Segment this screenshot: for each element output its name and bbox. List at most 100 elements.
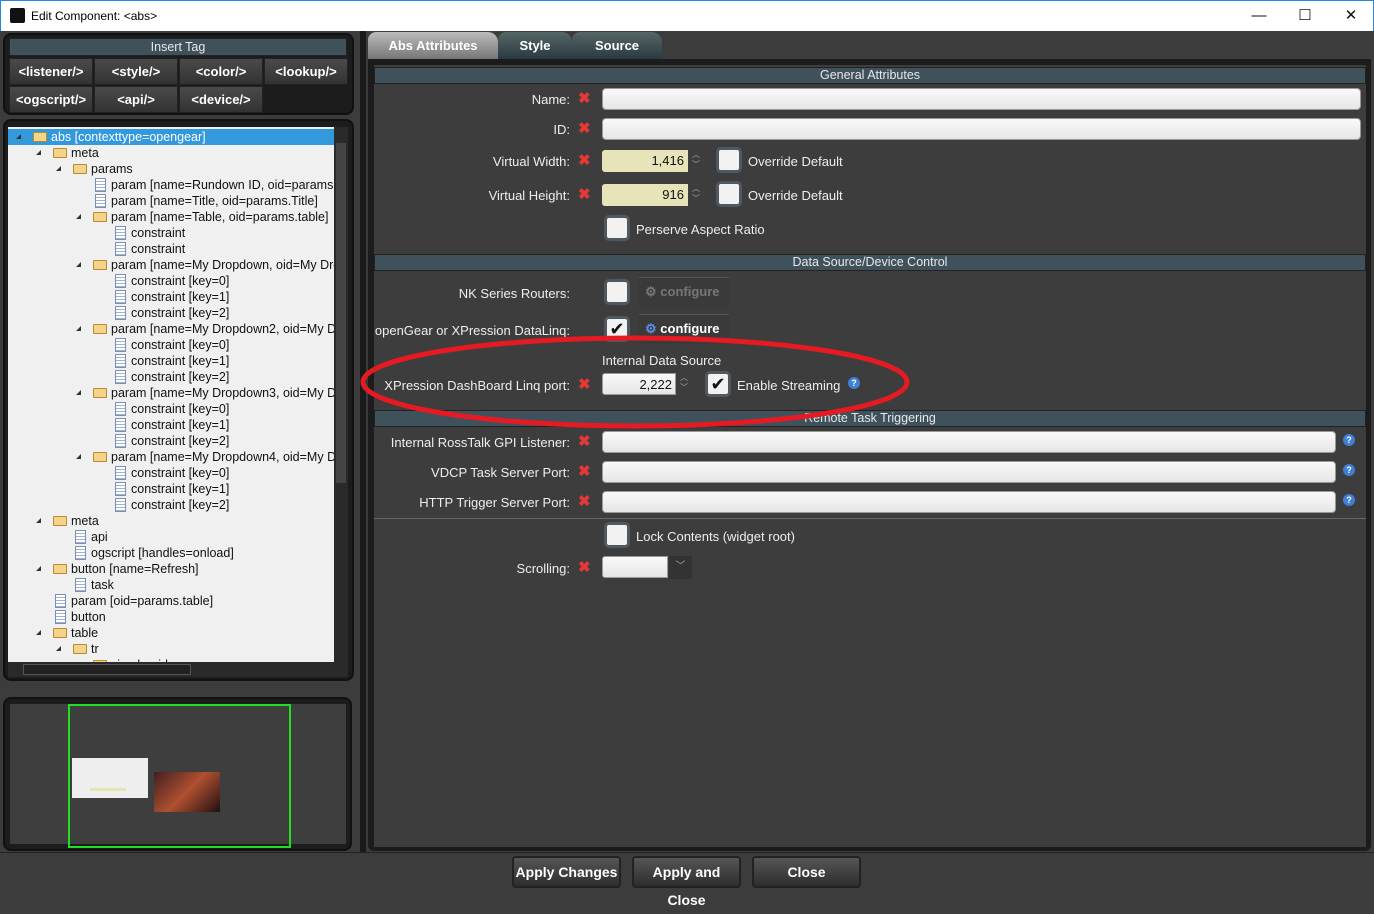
apply-changes-button[interactable]: Apply Changes — [512, 856, 621, 888]
expand-toggle-icon[interactable] — [76, 326, 81, 331]
expand-toggle-icon[interactable] — [76, 390, 81, 395]
expand-toggle-icon[interactable] — [76, 262, 81, 267]
tree-item[interactable]: param [name=Table, oid=params.table] — [8, 209, 334, 225]
folder-icon — [93, 324, 107, 334]
tree-item[interactable]: constraint [key=0] — [8, 337, 334, 353]
insert-ogscript-button[interactable]: <ogscript/> — [9, 86, 93, 113]
nk-routers-label: NK Series Routers: — [458, 286, 570, 301]
document-icon — [115, 354, 126, 368]
expand-toggle-icon[interactable] — [36, 518, 41, 523]
expand-toggle-icon[interactable] — [36, 630, 41, 635]
insert-style-button[interactable]: <style/> — [94, 58, 178, 85]
virtual-width-spinner[interactable]: ︿ ﹀ — [689, 150, 703, 172]
tree-item[interactable]: task — [8, 577, 334, 593]
expand-toggle-icon[interactable] — [76, 454, 81, 459]
preview-viewport[interactable] — [68, 704, 291, 848]
tree-item[interactable]: constraint — [8, 241, 334, 257]
clear-vdcp-icon[interactable]: ✖ — [578, 462, 591, 480]
insert-device-button[interactable]: <device/> — [179, 86, 263, 113]
folder-icon — [53, 564, 67, 574]
document-icon — [115, 242, 126, 256]
tree-item-label: param [oid=params.table] — [71, 594, 214, 608]
divider — [374, 518, 1366, 519]
http-trigger-input[interactable] — [602, 491, 1336, 513]
preserve-aspect-checkbox[interactable] — [604, 215, 630, 241]
tree-item[interactable]: tr — [8, 641, 334, 657]
tree-item[interactable]: table — [8, 625, 334, 641]
chevron-down-icon[interactable]: ﹀ — [669, 556, 692, 579]
tree-item[interactable]: param [oid=params.table] — [8, 593, 334, 609]
document-icon — [115, 338, 126, 352]
clear-id-icon[interactable]: ✖ — [578, 119, 591, 137]
help-icon[interactable]: ? — [1343, 434, 1355, 446]
override-width-label: Override Default — [748, 154, 843, 169]
virtual-height-spinner[interactable]: ︿ ﹀ — [689, 184, 703, 206]
help-icon[interactable]: ? — [1343, 464, 1355, 476]
tree-item[interactable]: button — [8, 609, 334, 625]
close-button[interactable]: Close — [752, 856, 861, 888]
clear-virtual-height-icon[interactable]: ✖ — [578, 185, 591, 203]
tree-item[interactable]: constraint [key=1] — [8, 417, 334, 433]
expand-toggle-icon[interactable] — [76, 214, 81, 219]
id-input[interactable] — [602, 118, 1361, 140]
tree-item-label: constraint — [131, 242, 186, 256]
insert-listener-button[interactable]: <listener/> — [9, 58, 93, 85]
lock-contents-checkbox[interactable] — [604, 522, 630, 548]
name-input[interactable] — [602, 88, 1361, 110]
tree-item-label: api — [91, 530, 108, 544]
virtual-width-label: Virtual Width: — [492, 154, 570, 169]
tree-item[interactable]: constraint [key=1] — [8, 353, 334, 369]
nk-configure-button[interactable]: ⚙ configure — [639, 277, 729, 307]
virtual-height-input[interactable]: 916 — [602, 184, 688, 206]
expand-toggle-icon[interactable] — [56, 646, 61, 651]
tab-abs-attributes[interactable]: Abs Attributes — [368, 32, 498, 59]
tree-item[interactable]: param [name=My Dropdown, oid=My Dropdown… — [8, 257, 334, 273]
maximize-button[interactable]: ☐ — [1285, 5, 1325, 27]
clear-http-icon[interactable]: ✖ — [578, 492, 591, 510]
document-icon — [115, 370, 126, 384]
folder-icon — [53, 628, 67, 638]
close-window-button[interactable]: ✕ — [1331, 5, 1371, 27]
clear-scrolling-icon[interactable]: ✖ — [578, 558, 591, 576]
help-icon[interactable]: ? — [1343, 494, 1355, 506]
tree-item[interactable]: constraint — [8, 225, 334, 241]
tree-item[interactable]: api — [8, 529, 334, 545]
tree-item-label: constraint [key=0] — [131, 466, 230, 480]
tree-horizontal-scrollbar[interactable] — [8, 662, 348, 677]
expand-toggle-icon[interactable] — [56, 166, 61, 171]
tree-item[interactable]: constraint [key=0] — [8, 401, 334, 417]
tree-item-label: constraint [key=1] — [131, 418, 230, 432]
expand-toggle-icon[interactable] — [36, 566, 41, 571]
vdcp-input[interactable] — [602, 461, 1336, 483]
apply-and-close-button[interactable]: Apply and Close — [632, 856, 741, 908]
virtual-width-input[interactable]: 1,416 — [602, 150, 688, 172]
tab-source[interactable]: Source — [572, 32, 662, 59]
document-icon — [75, 530, 86, 544]
tree-item-label: param [name=Table, oid=params.table] — [111, 210, 329, 224]
h-scrollbar-thumb[interactable] — [23, 664, 191, 675]
tree-item[interactable]: meta — [8, 513, 334, 529]
tree-item[interactable]: param [name=My Dropdown4, oid=My Dropdow… — [8, 449, 334, 465]
preview-image — [154, 772, 220, 812]
override-width-checkbox[interactable] — [716, 147, 742, 173]
expand-toggle-icon[interactable] — [16, 134, 21, 139]
override-height-checkbox[interactable] — [716, 181, 742, 207]
tab-style[interactable]: Style — [498, 32, 572, 59]
insert-lookup-button[interactable]: <lookup/> — [264, 58, 348, 85]
document-icon — [75, 546, 86, 560]
component-tree[interactable]: abs [contexttype=opengear] meta params para… — [8, 127, 334, 662]
clear-virtual-width-icon[interactable]: ✖ — [578, 151, 591, 169]
minimize-button[interactable]: — — [1239, 5, 1279, 27]
nk-routers-checkbox[interactable] — [604, 279, 630, 305]
preview-panel — [3, 697, 352, 851]
clear-name-icon[interactable]: ✖ — [578, 89, 591, 107]
tree-item[interactable]: ogscript [handles=onload] — [8, 545, 334, 561]
expand-toggle-icon[interactable] — [36, 150, 41, 155]
insert-color-button[interactable]: <color/> — [179, 58, 263, 85]
tree-item[interactable]: constraint [key=2] — [8, 305, 334, 321]
folder-icon — [53, 516, 67, 526]
tree-vertical-scrollbar[interactable] — [334, 127, 348, 662]
insert-api-button[interactable]: <api/> — [94, 86, 178, 113]
scrolling-select[interactable] — [602, 556, 668, 578]
lock-contents-label: Lock Contents (widget root) — [636, 529, 795, 544]
